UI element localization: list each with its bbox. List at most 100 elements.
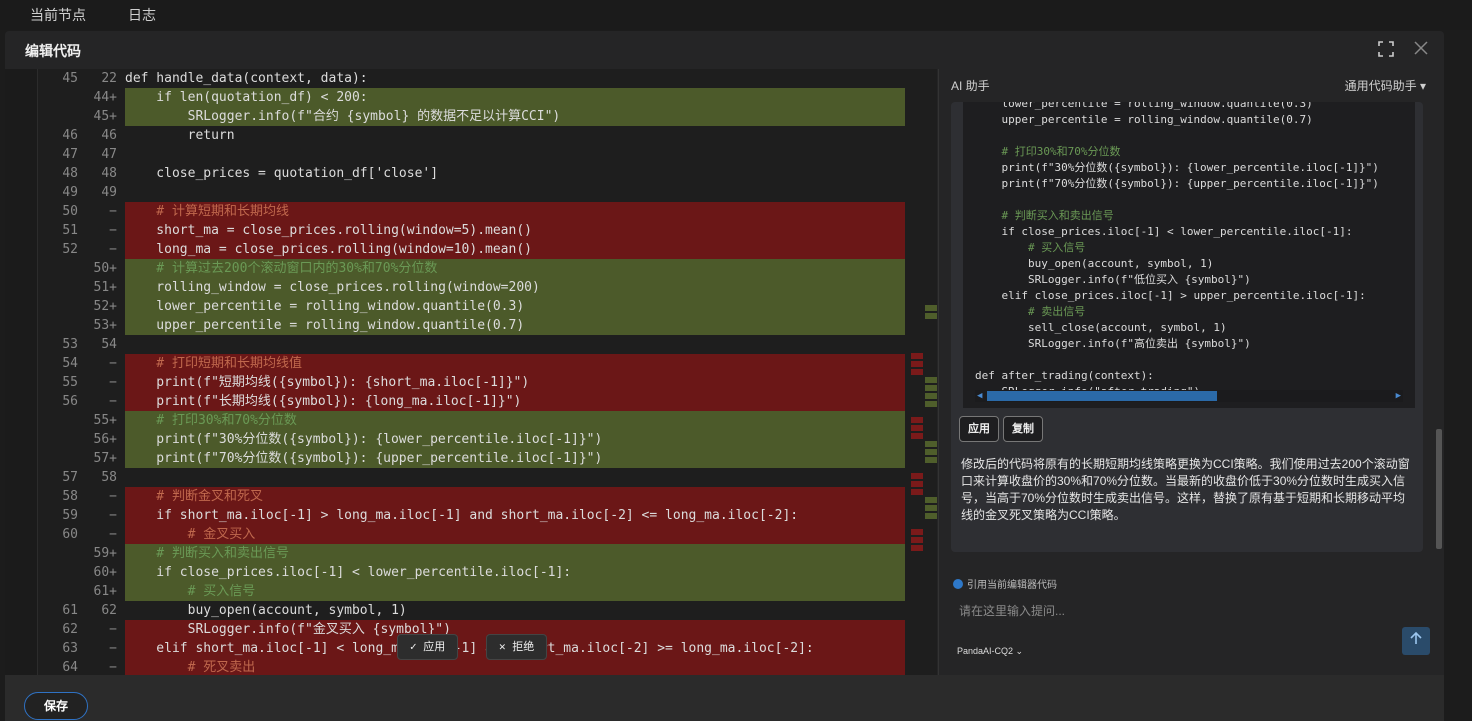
minimap-marker <box>925 377 937 383</box>
tab-current-node[interactable]: 当前节点 <box>30 5 86 25</box>
new-line-number: − <box>109 204 117 219</box>
diff-line[interactable]: 57+ print(f"70%分位数({symbol}): {upper_per… <box>38 449 906 468</box>
diff-line[interactable]: 52+ lower_percentile = rolling_window.qu… <box>38 297 906 316</box>
old-line-number: 47 <box>62 147 78 162</box>
tab-log[interactable]: 日志 <box>128 5 156 25</box>
diff-line[interactable]: 44+ if len(quotation_df) < 200: <box>38 88 906 107</box>
code-text: close_prices = quotation_df['close'] <box>125 166 439 181</box>
ai-copy-button[interactable]: 复制 <box>1003 416 1043 442</box>
ai-explanation: 修改后的代码将原有的长期短期均线策略更换为CCI策略。我们使用过去200个滚动窗… <box>961 457 1410 522</box>
new-line-number: 46 <box>101 128 117 143</box>
reject-diff-button[interactable]: ✕ 拒绝 <box>486 634 548 660</box>
vertical-scrollbar[interactable] <box>1436 429 1442 549</box>
fullscreen-icon[interactable] <box>1377 41 1395 59</box>
diff-line[interactable]: 53+ upper_percentile = rolling_window.qu… <box>38 316 906 335</box>
diff-line[interactable]: 52 − long_ma = close_prices.rolling(windo… <box>38 240 906 259</box>
scroll-right-icon[interactable]: ▶ <box>1396 390 1401 402</box>
diff-line[interactable]: 62− SRLogger.info(f"金叉买入 {symbol}") <box>38 620 906 639</box>
minimap-marker <box>911 529 923 535</box>
ai-code-line: SRLogger.info(f"高位卖出 {symbol}") <box>975 337 1251 350</box>
diff-line[interactable]: 55 − print(f"短期均线({symbol}): {short_ma.il… <box>38 373 906 392</box>
ai-assistant-panel: AI 助手 通用代码助手 ▾ SRLogger.info("after_trad… <box>938 69 1444 675</box>
ai-code-line: # 打印30%和70%分位数 <box>975 145 1121 158</box>
diff-line[interactable]: 58 − # 判断金叉和死叉 <box>38 487 906 506</box>
ai-code-line: print(f"30%分位数({symbol}): {lower_percent… <box>975 161 1379 174</box>
diff-line[interactable]: 45+ SRLogger.info(f"合约 {symbol} 的数据不足以计算… <box>38 107 906 126</box>
minimap-marker <box>925 305 937 311</box>
scroll-thumb[interactable] <box>987 391 1217 401</box>
diff-line[interactable]: 59 − if short_ma.iloc[-1] > long_ma.iloc[… <box>38 506 906 525</box>
ai-apply-button[interactable]: 应用 <box>959 416 999 442</box>
old-line-number: 63 <box>62 641 78 656</box>
diff-line[interactable]: 50 − # 计算短期和长期均线 <box>38 202 906 221</box>
horizontal-scrollbar[interactable]: ◀ ▶ <box>975 390 1403 402</box>
minimap-marker <box>925 449 937 455</box>
prompt-input[interactable]: 请在这里输入提问... <box>959 602 1065 619</box>
scroll-left-icon[interactable]: ◀ <box>977 390 982 402</box>
old-line-number: 55 <box>62 375 78 390</box>
new-line-number: − <box>109 356 117 371</box>
diff-editor[interactable]: 45 22 def handle_data(context, data): 44+ i… <box>5 69 937 675</box>
diff-line[interactable]: 47 47 <box>38 145 906 164</box>
new-line-number: 57+ <box>93 451 117 466</box>
diff-line[interactable]: 61+ # 买入信号 <box>38 582 906 601</box>
reference-label: 引用当前编辑器代码 <box>967 580 1057 591</box>
diff-line[interactable]: 54 − # 打印短期和长期均线值 <box>38 354 906 373</box>
model-select[interactable]: PandaAI-CQ2 ⌄ <box>957 646 1023 657</box>
old-line-number: 61 <box>62 603 78 618</box>
diff-line[interactable]: 64 − # 死叉卖出 <box>38 658 906 675</box>
diff-line[interactable]: 50+ # 计算过去200个滚动窗口内的30%和70%分位数 <box>38 259 906 278</box>
send-arrow-icon[interactable] <box>1402 627 1430 655</box>
minimap-marker <box>911 433 923 439</box>
diff-line[interactable]: 51+ rolling_window = close_prices.rollin… <box>38 278 906 297</box>
old-line-number: 57 <box>62 470 78 485</box>
chevron-down-icon: ▾ <box>1419 79 1426 93</box>
new-line-number: − <box>109 223 117 238</box>
ai-panel-title: AI 助手 <box>951 79 990 93</box>
diff-line[interactable]: 49 49 <box>38 183 906 202</box>
diff-line[interactable]: 60 − # 金叉买入 <box>38 525 906 544</box>
diff-line[interactable]: 51 − short_ma = close_prices.rolling(wind… <box>38 221 906 240</box>
minimap-marker <box>925 385 937 391</box>
diff-line[interactable]: 57 58 <box>38 468 906 487</box>
apply-diff-button[interactable]: ✓ 应用 <box>397 634 459 660</box>
diff-line[interactable]: 46 46 return <box>38 126 906 145</box>
ai-code-line: if close_prices.iloc[-1] < lower_percent… <box>975 225 1353 238</box>
code-text: # 买入信号 <box>125 582 906 601</box>
ai-code-line: SRLogger.info(f"低位买入 {symbol}") <box>975 273 1251 286</box>
save-button[interactable]: 保存 <box>24 692 88 720</box>
new-line-number: 62 <box>101 603 117 618</box>
assistant-mode-select[interactable]: 通用代码助手 ▾ <box>1345 77 1426 94</box>
diff-line[interactable]: 55+ # 打印30%和70%分位数 <box>38 411 906 430</box>
diff-line[interactable]: 56+ print(f"30%分位数({symbol}): {lower_per… <box>38 430 906 449</box>
diff-line[interactable]: 56 − print(f"长期均线({symbol}): {long_ma.ilo… <box>38 392 906 411</box>
ai-code-line: buy_open(account, symbol, 1) <box>975 257 1214 270</box>
diff-line[interactable]: 63− elif short_ma.iloc[-1] < long_ma.ilo… <box>38 639 906 658</box>
diff-line[interactable]: 59+ # 判断买入和卖出信号 <box>38 544 906 563</box>
minimap-marker <box>911 369 923 375</box>
new-line-number: − <box>109 489 117 504</box>
old-line-number: 58 <box>62 489 78 504</box>
new-line-number: 47 <box>101 147 117 162</box>
code-text: long_ma = close_prices.rolling(window=10… <box>125 240 906 259</box>
close-icon[interactable] <box>1412 41 1430 59</box>
diff-line[interactable]: 53 54 <box>38 335 906 354</box>
minimap-marker <box>911 489 923 495</box>
ai-code-block[interactable]: SRLogger.info("after_trading")def after_… <box>963 102 1415 408</box>
check-icon <box>953 579 963 589</box>
minimap-marker <box>911 481 923 487</box>
new-line-number: 55+ <box>93 413 117 428</box>
reference-editor-toggle[interactable]: 引用当前编辑器代码 <box>953 576 1057 591</box>
ai-code-line: lower_percentile = rolling_window.quanti… <box>975 102 1313 110</box>
new-line-number: 56+ <box>93 432 117 447</box>
new-line-number: 44+ <box>93 90 117 105</box>
diff-line[interactable]: 48 48 close_prices = quotation_df['close'… <box>38 164 906 183</box>
diff-minimap[interactable] <box>905 69 937 675</box>
code-text: # 金叉买入 <box>125 525 906 544</box>
diff-line[interactable]: 45 22 def handle_data(context, data): <box>38 69 906 88</box>
diff-line[interactable]: 61 62 buy_open(account, symbol, 1) <box>38 601 906 620</box>
modal-title: 编辑代码 <box>25 43 81 59</box>
new-line-number: 58 <box>101 470 117 485</box>
diff-line[interactable]: 60+ if close_prices.iloc[-1] < lower_per… <box>38 563 906 582</box>
